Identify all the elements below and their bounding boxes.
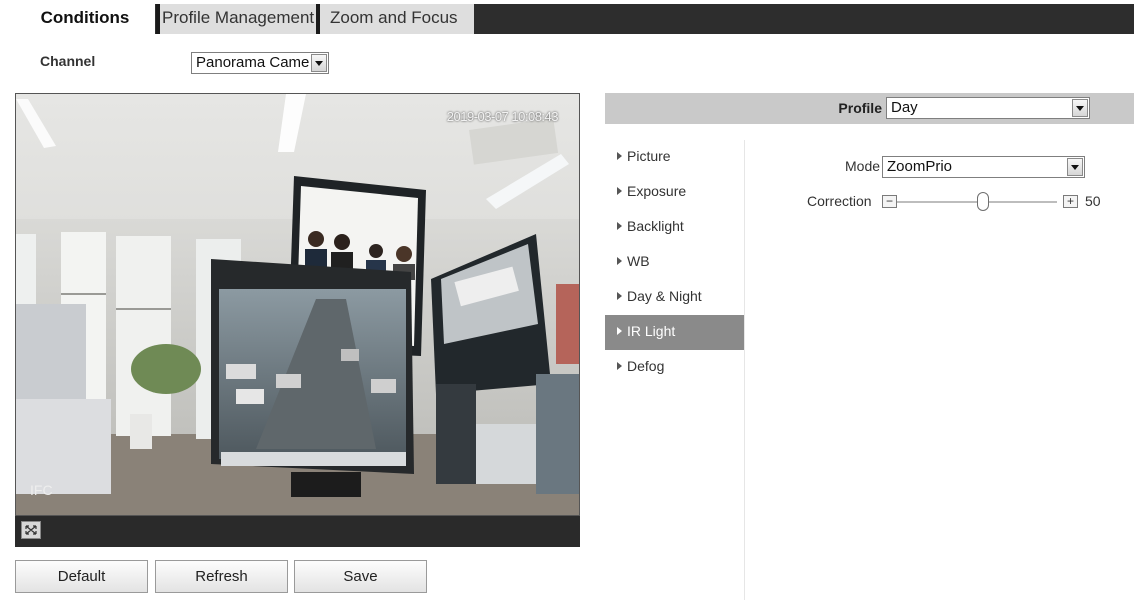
chevron-down-icon[interactable] bbox=[311, 54, 327, 72]
tab-conditions[interactable]: Conditions bbox=[15, 4, 155, 34]
caret-right-icon bbox=[617, 257, 622, 266]
correction-increase-button[interactable]: + bbox=[1063, 195, 1078, 208]
menu-item-label: Backlight bbox=[627, 218, 684, 234]
caret-right-icon bbox=[617, 362, 622, 371]
tab-profile-management[interactable]: Profile Management bbox=[156, 4, 316, 34]
menu-item-day-night[interactable]: Day & Night bbox=[605, 280, 744, 315]
channel-select-value: Panorama Came bbox=[196, 54, 310, 71]
menu-item-label: IR Light bbox=[627, 323, 676, 339]
caret-right-icon bbox=[617, 222, 622, 231]
save-button[interactable]: Save bbox=[294, 560, 427, 593]
video-channel-label: IFC bbox=[30, 482, 53, 498]
menu-item-ir-light[interactable]: IR Light bbox=[605, 315, 744, 350]
mode-label: Mode bbox=[845, 158, 881, 174]
channel-label: Channel bbox=[40, 53, 96, 69]
mode-select-value: ZoomPrio bbox=[887, 158, 953, 175]
menu-item-picture[interactable]: Picture bbox=[605, 140, 744, 175]
default-button[interactable]: Default bbox=[15, 560, 148, 593]
menu-item-label: Defog bbox=[627, 358, 665, 374]
correction-slider-thumb[interactable] bbox=[977, 192, 989, 211]
settings-menu: Picture Exposure Backlight WB Day & Nigh… bbox=[605, 140, 745, 600]
menu-item-label: Day & Night bbox=[627, 288, 702, 304]
profile-select-value: Day bbox=[891, 99, 918, 116]
video-timestamp: 2019-03-07 10:08:43 bbox=[446, 109, 559, 124]
correction-value: 50 bbox=[1085, 193, 1101, 209]
correction-label: Correction bbox=[807, 193, 872, 209]
profile-header: Profile Day bbox=[605, 93, 1134, 124]
caret-right-icon bbox=[617, 292, 622, 301]
office-scene-image bbox=[16, 94, 579, 515]
chevron-down-icon[interactable] bbox=[1067, 158, 1083, 176]
menu-item-label: Exposure bbox=[627, 183, 687, 199]
mode-select[interactable]: ZoomPrio bbox=[882, 156, 1085, 178]
profile-label: Profile bbox=[838, 100, 882, 116]
caret-right-icon bbox=[617, 327, 622, 336]
video-preview[interactable]: 2019-03-07 10:08:43 IFC bbox=[15, 93, 580, 516]
chevron-down-icon[interactable] bbox=[1072, 99, 1088, 117]
tab-zoom-and-focus[interactable]: Zoom and Focus bbox=[316, 4, 474, 34]
menu-item-wb[interactable]: WB bbox=[605, 245, 744, 280]
caret-right-icon bbox=[617, 187, 622, 196]
fullscreen-icon[interactable] bbox=[21, 521, 41, 539]
menu-item-label: Picture bbox=[627, 148, 671, 164]
profile-select[interactable]: Day bbox=[886, 97, 1090, 119]
video-toolbar bbox=[15, 516, 580, 547]
refresh-button[interactable]: Refresh bbox=[155, 560, 288, 593]
menu-item-backlight[interactable]: Backlight bbox=[605, 210, 744, 245]
correction-decrease-button[interactable]: − bbox=[882, 195, 897, 208]
tab-bar: Conditions Profile Management Zoom and F… bbox=[15, 4, 1134, 34]
menu-item-label: WB bbox=[627, 253, 650, 269]
channel-select[interactable]: Panorama Came bbox=[191, 52, 329, 74]
menu-item-defog[interactable]: Defog bbox=[605, 350, 744, 385]
menu-item-exposure[interactable]: Exposure bbox=[605, 175, 744, 210]
caret-right-icon bbox=[617, 152, 622, 161]
